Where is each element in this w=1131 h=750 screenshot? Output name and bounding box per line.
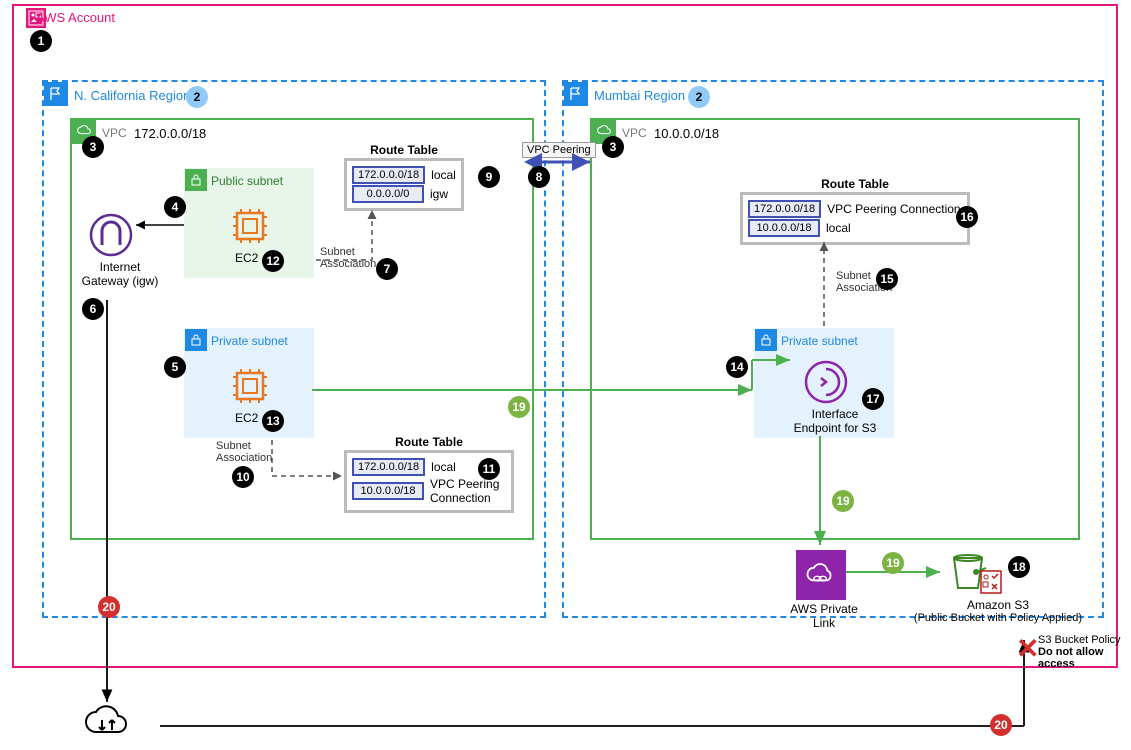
private-subnet-right: Private subnet Interface Endpoint for S3 xyxy=(754,328,894,438)
ec2-label: EC2 xyxy=(235,251,258,265)
vpc-tag: VPC xyxy=(622,126,647,140)
ec2-icon xyxy=(229,205,271,250)
badge-3: 3 xyxy=(602,136,624,158)
badge -19: 19 xyxy=(882,552,904,574)
s3-bucket-icon xyxy=(946,550,990,597)
subnet-label: Private subnet xyxy=(781,334,858,348)
route-table-title: Route Table xyxy=(395,435,463,449)
badge-17: 17 xyxy=(862,388,884,410)
vpc-cidr: 172.0.0.0/18 xyxy=(134,126,206,141)
vpc-tag: VPC xyxy=(102,126,127,140)
route-row: 0.0.0.0/0 igw xyxy=(352,185,456,203)
badge-1: 1 xyxy=(30,30,52,52)
privatelink-label: AWS Private Link xyxy=(786,602,862,630)
region-icon xyxy=(44,82,68,106)
badge-4: 4 xyxy=(164,196,186,218)
route-row: 172.0.0.0/18 local xyxy=(352,166,456,184)
block-x-icon: ✕ xyxy=(1016,632,1039,665)
route-row: 10.0.0.0/18 VPC Peering Connection xyxy=(352,477,506,505)
ec2-label: EC2 xyxy=(235,411,258,425)
badge-20: 20 xyxy=(990,714,1012,736)
aws-privatelink-icon xyxy=(796,550,846,600)
badge-11: 11 xyxy=(478,458,500,480)
endpoint-label: Interface Endpoint for S3 xyxy=(785,407,885,435)
badge-14: 14 xyxy=(726,356,748,378)
region-label: Mumbai Region xyxy=(594,88,685,103)
ec2-icon xyxy=(229,365,271,410)
private-subnet-left: Private subnet EC2 xyxy=(184,328,314,438)
subnet-assoc-label: Subnet Association xyxy=(216,440,272,464)
badge-13: 13 xyxy=(262,410,284,432)
subnet-label: Public subnet xyxy=(211,174,283,188)
badge-2: 2 xyxy=(688,86,710,108)
badge-18: 18 xyxy=(1008,556,1030,578)
region-mumbai: Mumbai Region VPC 10.0.0.0/18 Route Tabl… xyxy=(562,80,1104,618)
diagram-canvas: AWS Account 1 N. California Region VPC 1… xyxy=(0,0,1131,750)
vpc-left: VPC 172.0.0.0/18 Internet Gateway (igw) … xyxy=(70,118,534,540)
vpc-cidr: 10.0.0.0/18 xyxy=(654,126,719,141)
subnet-label: Private subnet xyxy=(211,334,288,348)
badge-16: 16 xyxy=(956,206,978,228)
route-table-public: Route Table 172.0.0.0/18 local 0.0.0.0/0… xyxy=(344,158,464,211)
route-table-title: Route Table xyxy=(821,177,889,191)
route-row: 10.0.0.0/18 local xyxy=(748,219,962,237)
subnet-assoc-label: Subnet Association xyxy=(320,246,376,270)
lock-icon xyxy=(755,329,777,351)
public-subnet: Public subnet EC2 xyxy=(184,168,314,278)
lock-icon xyxy=(185,329,207,351)
s3-label: Amazon S3 (Public Bucket with Policy App… xyxy=(908,598,1088,624)
internet-cloud-icon xyxy=(82,700,132,747)
badge-10: 10 xyxy=(232,466,254,488)
region-icon xyxy=(564,82,588,106)
badge-3: 3 xyxy=(82,136,104,158)
badge-8: 8 xyxy=(528,166,550,188)
badge-2: 2 xyxy=(186,86,208,108)
badge-9: 9 xyxy=(478,166,500,188)
aws-account-label: AWS Account xyxy=(36,10,115,25)
internet-gateway-icon xyxy=(88,212,134,261)
region-n-california: N. California Region VPC 172.0.0.0/18 In… xyxy=(42,80,546,618)
route-table-title: Route Table xyxy=(370,143,438,157)
route-row: 172.0.0.0/18 VPC Peering Connection xyxy=(748,200,962,218)
badge-19: 19 xyxy=(508,396,530,418)
vpc-peering-label: VPC Peering xyxy=(522,142,596,158)
badge-7: 7 xyxy=(376,258,398,280)
bucket-policy-note: S3 Bucket Policy Do not allow access xyxy=(1038,634,1131,670)
vpc-right: VPC 10.0.0.0/18 Route Table 172.0.0.0/18… xyxy=(590,118,1080,540)
badge-6: 6 xyxy=(82,298,104,320)
interface-endpoint-icon xyxy=(803,359,849,408)
badge-5: 5 xyxy=(164,356,186,378)
badge-19: 19 xyxy=(832,490,854,512)
region-label: N. California Region xyxy=(74,88,190,103)
badge-20: 20 xyxy=(98,596,120,618)
badge-15: 15 xyxy=(876,268,898,290)
lock-icon xyxy=(185,169,207,191)
badge-12: 12 xyxy=(262,250,284,272)
route-table-right: Route Table 172.0.0.0/18 VPC Peering Con… xyxy=(740,192,970,245)
igw-label: Internet Gateway (igw) xyxy=(80,260,160,288)
